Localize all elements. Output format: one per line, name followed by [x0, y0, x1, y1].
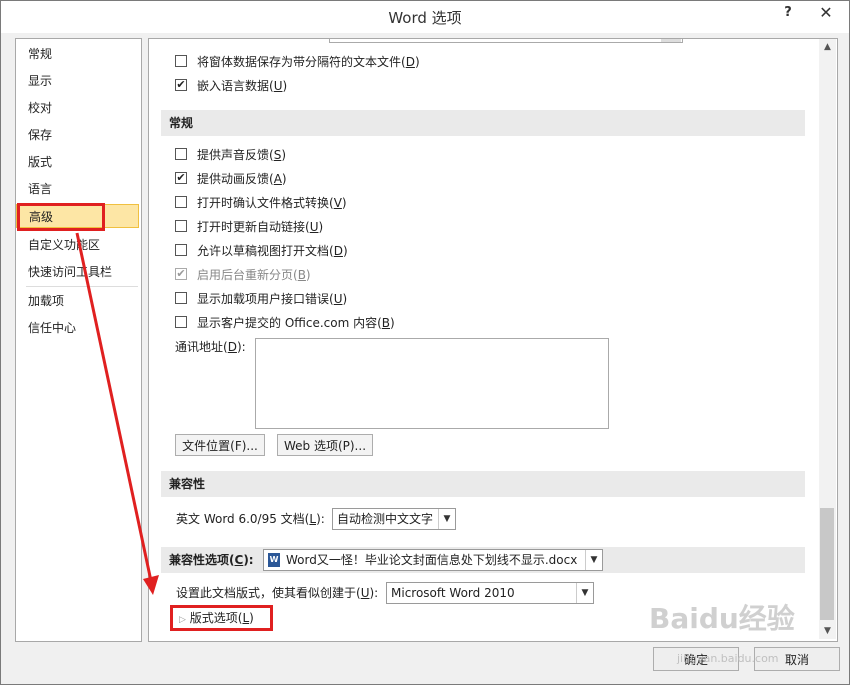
- annotation-arrow: [75, 232, 159, 595]
- watermark-url: jingyan.baidu.com: [677, 652, 779, 665]
- word-options-dialog: Word 选项 ? ✕ 常规 显示 校对 保存 版式 语言 高级 自定义功能区 …: [0, 0, 850, 685]
- watermark-logo: Baidu经验: [649, 602, 795, 635]
